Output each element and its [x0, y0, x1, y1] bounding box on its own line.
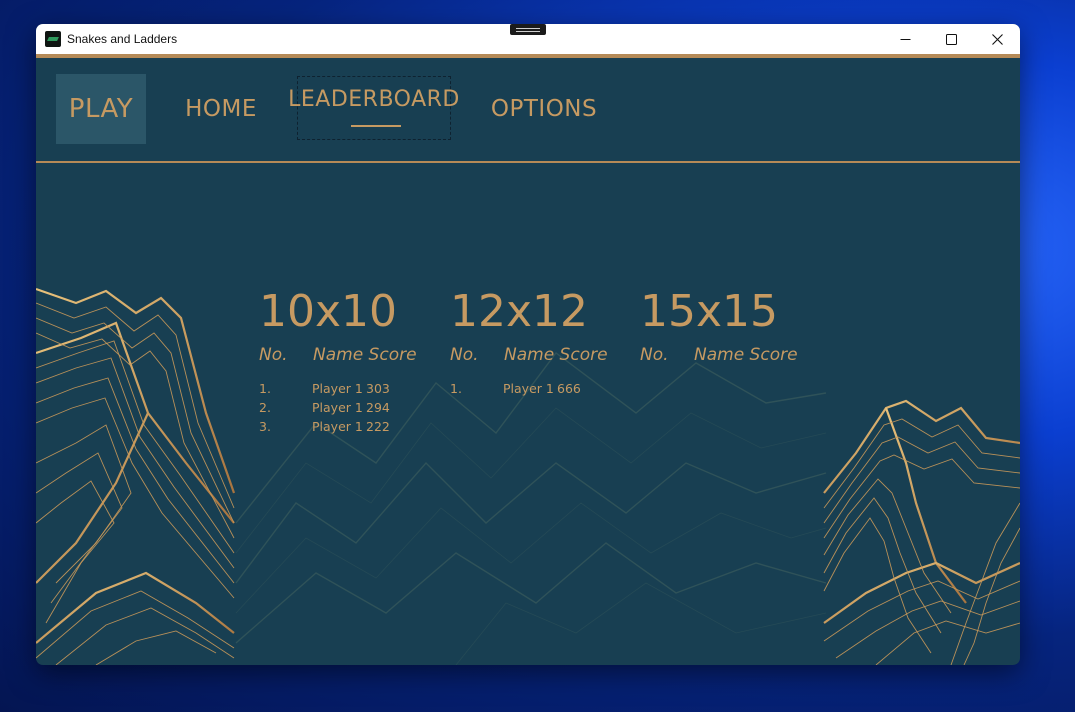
rank-cell: 1.	[450, 381, 462, 396]
name-cell: Player 1	[503, 381, 554, 396]
table-row: 1. Player 1 303	[259, 381, 429, 400]
maximize-button[interactable]	[928, 24, 974, 54]
column-name-score-header: Name Score	[504, 345, 608, 365]
leaderboard-12x12: 12x12 No. Name Score 1. Player 1 666	[450, 287, 620, 400]
window-controls	[882, 24, 1020, 54]
score-cell: 666	[557, 381, 581, 396]
nav-play-button[interactable]: PLAY	[56, 74, 146, 144]
score-cell: 294	[366, 400, 390, 415]
name-cell: Player 1	[312, 419, 363, 434]
board-header: No. Name Score	[450, 345, 620, 371]
nav-options-button[interactable]: OPTIONS	[491, 74, 597, 144]
name-cell: Player 1	[312, 381, 363, 396]
table-row: 1. Player 1 666	[450, 381, 620, 400]
column-no-header: No.	[640, 345, 669, 365]
nav-leaderboard-label: LEADERBOARD	[288, 87, 460, 112]
active-tab-underline	[351, 125, 401, 127]
nav-home-button[interactable]: HOME	[185, 74, 256, 144]
leaderboard-10x10: 10x10 No. Name Score 1. Player 1 303 2. …	[259, 287, 429, 438]
maximize-icon	[945, 33, 957, 45]
score-cell: 222	[366, 419, 390, 434]
snap-layout-handle[interactable]	[510, 24, 546, 35]
board-title: 15x15	[640, 286, 779, 337]
mountain-line-art	[36, 287, 1020, 665]
app-window: Snakes and Ladders PLAY HOME LEADERBOARD…	[36, 24, 1020, 665]
board-header: No. Name Score	[259, 345, 429, 371]
close-icon	[991, 33, 1003, 45]
rank-cell: 1.	[259, 381, 271, 396]
main-navigation: PLAY HOME LEADERBOARD OPTIONS	[36, 58, 1020, 163]
table-row: 3. Player 1 222	[259, 419, 429, 438]
column-name-score-header: Name Score	[694, 345, 798, 365]
minimize-button[interactable]	[882, 24, 928, 54]
leaderboard-15x15: 15x15 No. Name Score	[640, 287, 810, 381]
close-button[interactable]	[974, 24, 1020, 54]
rank-cell: 2.	[259, 400, 271, 415]
table-row: 2. Player 1 294	[259, 400, 429, 419]
board-title: 12x12	[450, 286, 589, 337]
score-cell: 303	[366, 381, 390, 396]
board-header: No. Name Score	[640, 345, 810, 371]
leaderboard-panel: 10x10 No. Name Score 1. Player 1 303 2. …	[36, 163, 1020, 665]
board-rows: 1. Player 1 303 2. Player 1 294 3. Playe…	[259, 381, 429, 438]
column-name-score-header: Name Score	[313, 345, 417, 365]
nav-leaderboard-button[interactable]: LEADERBOARD	[288, 76, 459, 140]
window-title: Snakes and Ladders	[67, 32, 178, 46]
column-no-header: No.	[259, 345, 288, 365]
name-cell: Player 1	[312, 400, 363, 415]
board-rows: 1. Player 1 666	[450, 381, 620, 400]
minimize-icon	[900, 38, 910, 40]
rank-cell: 3.	[259, 419, 271, 434]
board-title: 10x10	[259, 286, 398, 337]
column-no-header: No.	[450, 345, 479, 365]
app-icon	[45, 31, 61, 47]
